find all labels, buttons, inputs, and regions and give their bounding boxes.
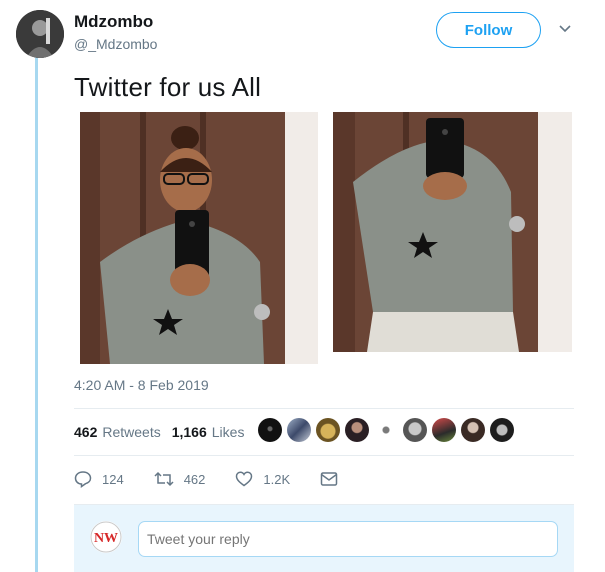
likes-count[interactable]: 1,166	[172, 424, 207, 440]
reply-action[interactable]: 124	[74, 470, 124, 488]
reply-avatar-text: NW	[94, 531, 118, 546]
chevron-down-icon[interactable]	[559, 24, 571, 34]
tweet-photo-1[interactable]	[80, 112, 318, 364]
tweet-timestamp[interactable]: 4:20 AM - 8 Feb 2019	[74, 377, 209, 393]
thread-line	[35, 56, 38, 572]
tweet-photo-2[interactable]	[333, 112, 572, 352]
liker-avatar[interactable]	[432, 418, 456, 442]
follow-button[interactable]: Follow	[436, 12, 541, 48]
author-name[interactable]: Mdzombo	[74, 12, 153, 32]
likes-label[interactable]: Likes	[212, 424, 245, 440]
reply-box: NW	[74, 504, 574, 572]
reply-avatar[interactable]: NW	[90, 521, 122, 553]
reply-icon	[74, 471, 92, 488]
tweet-text: Twitter for us All	[74, 72, 262, 102]
retweet-count: 462	[183, 471, 206, 487]
liker-avatar[interactable]	[345, 418, 369, 442]
like-action[interactable]: 1.2K	[235, 470, 290, 488]
retweet-action[interactable]: 462	[154, 470, 206, 488]
like-count: 1.2K	[263, 471, 291, 487]
liker-avatar[interactable]	[316, 418, 340, 442]
liker-avatar[interactable]	[461, 418, 485, 442]
tweet-actions: 124 462 1.2K	[74, 468, 378, 490]
liker-avatar[interactable]	[403, 418, 427, 442]
liker-avatar[interactable]	[374, 418, 398, 442]
heart-icon	[236, 471, 253, 487]
author-handle[interactable]: @_Mdzombo	[74, 36, 157, 52]
liker-avatar[interactable]	[287, 418, 311, 442]
liker-avatars	[258, 418, 514, 442]
liker-avatar[interactable]	[258, 418, 282, 442]
tweet-stats: 462 Retweets 1,166 Likes	[74, 424, 255, 440]
divider	[74, 408, 574, 409]
divider	[74, 455, 574, 456]
liker-avatar[interactable]	[490, 418, 514, 442]
retweets-label[interactable]: Retweets	[102, 424, 160, 440]
retweet-icon	[154, 471, 174, 487]
message-action[interactable]	[320, 471, 348, 487]
reply-input[interactable]	[138, 521, 558, 557]
author-avatar[interactable]	[16, 10, 64, 58]
envelope-icon	[320, 472, 338, 486]
retweets-count[interactable]: 462	[74, 424, 97, 440]
reply-count: 124	[102, 471, 124, 487]
